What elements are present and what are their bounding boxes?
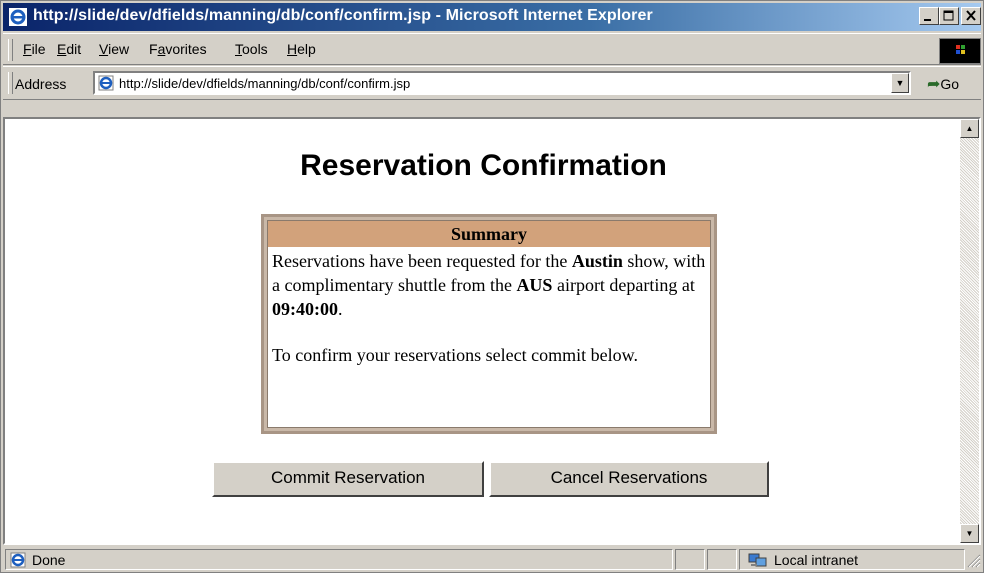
window-title: http://slide/dev/dfields/manning/db/conf…	[33, 7, 653, 24]
menu-tools[interactable]: Tools	[235, 41, 268, 57]
windows-logo-icon	[939, 38, 981, 64]
page-viewport: Reservation Confirmation Summary Reserva…	[3, 117, 981, 545]
maximize-icon	[943, 10, 954, 21]
city-name: Austin	[571, 251, 623, 271]
go-button[interactable]: ➦Go	[927, 74, 959, 94]
maximize-button[interactable]	[939, 7, 959, 25]
page-title: Reservation Confirmation	[300, 149, 667, 182]
arrow-down-icon: ▼	[965, 529, 974, 538]
summary-body: Reservations have been requested for the…	[268, 247, 710, 369]
menu-favorites[interactable]: Favorites	[149, 41, 207, 57]
ie-logo-icon	[9, 8, 27, 26]
address-url: http://slide/dev/dfields/manning/db/conf…	[119, 76, 411, 91]
cancel-reservations-button[interactable]: Cancel Reservations	[489, 461, 769, 497]
page-icon	[98, 75, 114, 91]
summary-message: Reservations have been requested for the…	[272, 251, 706, 319]
menu-bar: File Edit View Favorites Tools Help	[3, 33, 981, 65]
commit-reservation-button[interactable]: Commit Reservation	[212, 461, 484, 497]
close-button[interactable]	[961, 7, 981, 25]
menu-file[interactable]: File	[23, 41, 46, 57]
toolbar-grip[interactable]	[8, 39, 13, 61]
address-dropdown-button[interactable]: ▼	[891, 73, 909, 93]
departure-time: 09:40:00	[272, 299, 338, 319]
resize-grip-icon[interactable]	[965, 551, 981, 569]
scroll-down-button[interactable]: ▼	[960, 524, 979, 543]
arrow-up-icon: ▲	[965, 124, 974, 133]
status-pane-progress	[675, 549, 705, 570]
address-bar: Address http://slide/dev/dfields/manning…	[3, 66, 981, 100]
scroll-up-button[interactable]: ▲	[960, 119, 979, 138]
status-text: Done	[32, 552, 66, 568]
airport-code: AUS	[516, 275, 553, 295]
address-label: Address	[15, 76, 67, 92]
browser-window: http://slide/dev/dfields/manning/db/conf…	[0, 0, 984, 573]
vertical-scrollbar[interactable]: ▲ ▼	[960, 119, 979, 543]
menu-edit[interactable]: Edit	[57, 41, 81, 57]
zone-label: Local intranet	[774, 552, 859, 568]
title-bar[interactable]: http://slide/dev/dfields/manning/db/conf…	[3, 3, 981, 31]
security-zone[interactable]: Local intranet	[739, 549, 965, 570]
close-icon	[966, 10, 976, 21]
summary-instruction: To confirm your reservations select comm…	[272, 345, 638, 365]
chevron-down-icon: ▼	[895, 78, 905, 88]
summary-heading: Summary	[268, 221, 710, 247]
status-bar: Done Local intranet	[3, 547, 981, 572]
intranet-zone-icon	[748, 553, 767, 567]
minimize-icon	[924, 19, 931, 21]
go-arrow-icon: ➦	[927, 76, 941, 93]
summary-cell: Summary Reservations have been requested…	[267, 220, 711, 428]
go-label: Go	[940, 76, 960, 92]
status-pane-security	[707, 549, 737, 570]
address-grip[interactable]	[8, 72, 13, 94]
page-done-icon	[10, 552, 26, 568]
status-message: Done	[5, 549, 673, 570]
summary-table: Summary Reservations have been requested…	[261, 214, 717, 434]
menu-help[interactable]: Help	[287, 41, 316, 57]
menu-view[interactable]: View	[99, 41, 129, 57]
address-input[interactable]: http://slide/dev/dfields/manning/db/conf…	[93, 71, 911, 95]
minimize-button[interactable]	[919, 7, 939, 25]
